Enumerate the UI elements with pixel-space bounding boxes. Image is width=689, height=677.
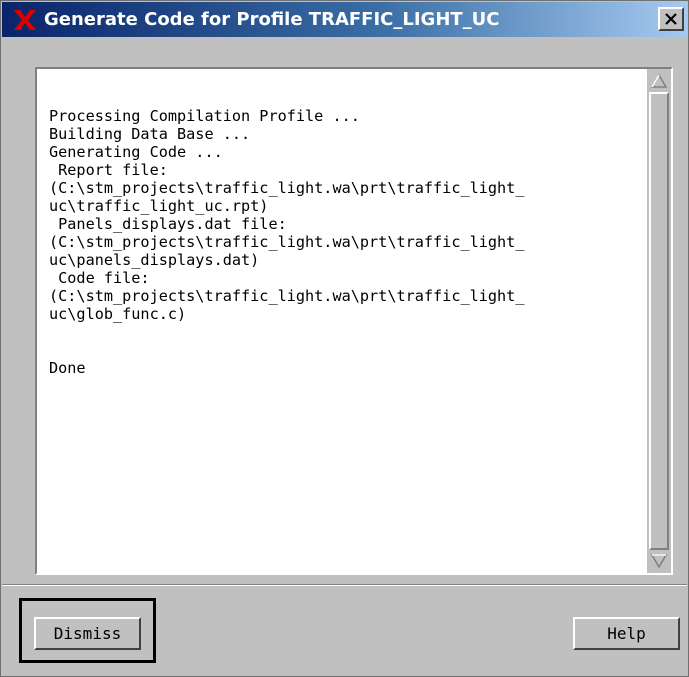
output-line: uc\glob_func.c) (49, 305, 187, 323)
generate-code-dialog: Generate Code for Profile TRAFFIC_LIGHT_… (0, 0, 689, 677)
output-line: Generating Code ... (49, 143, 223, 161)
output-line: Panels_displays.dat file: (49, 215, 287, 233)
close-button[interactable] (658, 7, 684, 31)
output-line: (C:\stm_projects\traffic_light.wa\prt\tr… (49, 179, 525, 197)
output-line: uc\panels_displays.dat) (49, 251, 260, 269)
scroll-thumb[interactable] (649, 92, 669, 550)
dialog-content: Processing Compilation Profile ... Buildi… (2, 37, 687, 584)
help-button[interactable]: Help (573, 617, 680, 650)
output-line: Done (49, 359, 86, 377)
output-line: Processing Compilation Profile ... (49, 107, 360, 125)
scroll-up-arrow-icon[interactable] (649, 72, 669, 90)
scroll-track[interactable] (649, 92, 669, 550)
output-line: (C:\stm_projects\traffic_light.wa\prt\tr… (49, 287, 525, 305)
output-line: Code file: (49, 269, 150, 287)
vertical-scrollbar[interactable] (647, 69, 671, 573)
output-line: (C:\stm_projects\traffic_light.wa\prt\tr… (49, 233, 525, 251)
close-icon (665, 13, 677, 25)
output-line: Building Data Base ... (49, 125, 251, 143)
output-line: uc\traffic_light_uc.rpt) (49, 197, 269, 215)
window-title: Generate Code for Profile TRAFFIC_LIGHT_… (44, 9, 500, 30)
output-text-area[interactable]: Processing Compilation Profile ... Buildi… (37, 69, 647, 573)
dismiss-button[interactable]: Dismiss (34, 617, 141, 650)
x-logo-icon (10, 5, 40, 35)
output-line: Report file: (49, 161, 168, 179)
title-bar[interactable]: Generate Code for Profile TRAFFIC_LIGHT_… (2, 2, 687, 37)
scroll-down-arrow-icon[interactable] (649, 552, 669, 570)
output-frame: Processing Compilation Profile ... Buildi… (35, 67, 673, 575)
button-bar: Dismiss Help (2, 586, 687, 676)
